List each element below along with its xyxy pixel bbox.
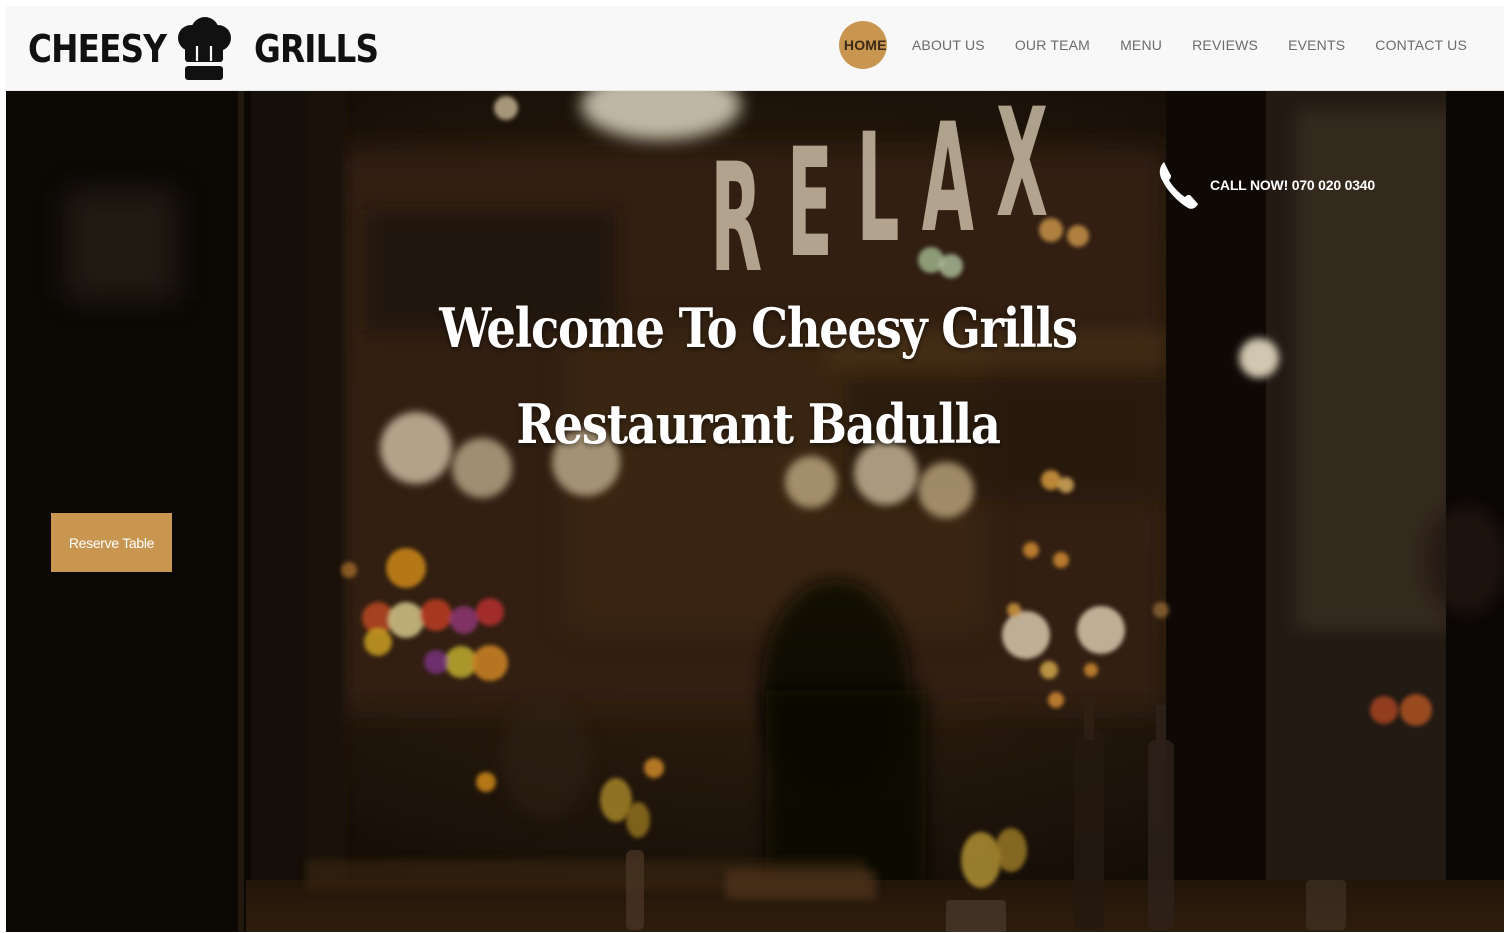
hero-title-line1: Welcome To Cheesy Grills [439,296,1078,360]
nav-about-us[interactable]: ABOUT US [897,21,1000,69]
brand-word-right: GRILLS [254,27,379,71]
hero-background-image: R E L A X [6,90,1504,932]
brand-word-left: CHEESY [28,27,167,71]
hero-title-line2: Restaurant Badulla [516,392,1001,456]
main-nav: HOME ABOUT US OUR TEAM MENU REVIEWS EVEN… [838,20,1482,70]
reserve-table-button[interactable]: Reserve Table [51,513,172,572]
nav-home[interactable]: HOME [838,21,887,69]
hero-title: Welcome To Cheesy Grills Restaurant Badu… [6,280,1504,472]
nav-contact-us[interactable]: CONTACT US [1360,21,1482,69]
nav-menu[interactable]: MENU [1105,21,1177,69]
call-now[interactable]: CALL NOW! 070 020 0340 [1158,160,1375,210]
nav-reviews[interactable]: REVIEWS [1177,21,1273,69]
call-now-text: CALL NOW! 070 020 0340 [1210,177,1375,193]
navbar: CHEESY GRILLS HOME ABOUT US OUR TEAM MEN… [6,6,1504,91]
nav-events[interactable]: EVENTS [1273,21,1360,69]
chef-hat-icon [178,17,231,80]
phone-icon [1159,162,1198,209]
browser-viewport: CHEESY GRILLS HOME ABOUT US OUR TEAM MEN… [6,6,1504,932]
hero-section: R E L A X CALL NOW! 070 020 0340 Welcome… [6,90,1504,932]
brand-logo[interactable]: CHEESY GRILLS [28,14,384,84]
nav-our-team[interactable]: OUR TEAM [1000,21,1105,69]
